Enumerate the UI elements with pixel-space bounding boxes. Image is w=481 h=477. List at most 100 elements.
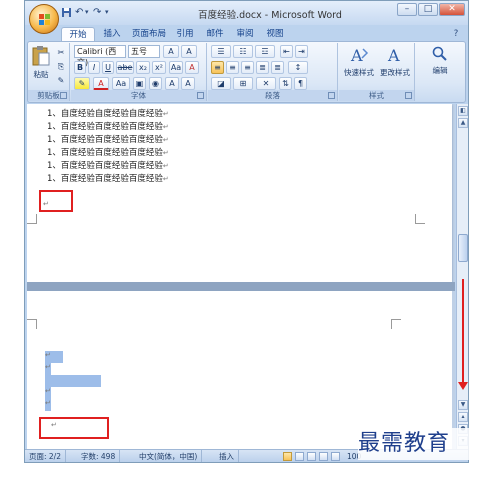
help-icon[interactable]: ? bbox=[449, 27, 463, 41]
styles-group: A 快速样式 A 更改样式 样式 bbox=[339, 43, 415, 101]
print-layout-icon[interactable] bbox=[283, 452, 292, 461]
paste-button[interactable]: 粘贴 bbox=[30, 45, 52, 80]
draft-icon[interactable] bbox=[331, 452, 340, 461]
distributed-icon[interactable]: ≣ bbox=[271, 61, 284, 74]
save-icon[interactable] bbox=[61, 6, 72, 19]
character-border-icon[interactable]: ▣ bbox=[133, 77, 146, 90]
increase-indent-icon[interactable]: ⇥ bbox=[295, 45, 308, 58]
close-button[interactable]: ✕ bbox=[439, 3, 465, 16]
paragraph-launcher-icon[interactable] bbox=[328, 92, 335, 99]
scroll-down-icon[interactable]: ▼ bbox=[458, 400, 468, 410]
chinese-layout-icon[interactable]: ✕ bbox=[256, 77, 276, 90]
undo-dropdown-icon[interactable]: ▾ bbox=[85, 6, 89, 19]
bold-button[interactable]: B bbox=[74, 61, 86, 74]
insert-mode[interactable]: 插入 bbox=[215, 450, 239, 462]
title-bar: ↶ ▾ ↷ ▾ 百度经验.docx - Microsoft Word – □ ✕ bbox=[25, 1, 468, 34]
minimize-button[interactable]: – bbox=[397, 3, 417, 16]
annotation-highlight-box bbox=[39, 417, 109, 439]
page-count[interactable]: 页面: 2/2 bbox=[25, 450, 66, 462]
word-count[interactable]: 字数: 498 bbox=[77, 450, 121, 462]
numbering-icon[interactable]: ☷ bbox=[233, 45, 253, 58]
quick-styles-icon: A bbox=[350, 46, 369, 65]
paragraph-mark-icon: ↵ bbox=[45, 363, 51, 371]
scroll-thumb[interactable] bbox=[458, 234, 468, 262]
shrink-font-button[interactable]: A bbox=[181, 45, 197, 58]
font-launcher-icon[interactable] bbox=[197, 92, 204, 99]
tab-references[interactable]: 引用 bbox=[171, 27, 199, 41]
font-color-button[interactable]: A bbox=[93, 77, 109, 90]
line-spacing-icon[interactable]: ↕ bbox=[288, 61, 308, 74]
full-screen-reading-icon[interactable] bbox=[295, 452, 304, 461]
text-line[interactable]: 1、百度经验百度经验百度经验↵ bbox=[47, 134, 169, 146]
crop-mark bbox=[27, 319, 37, 329]
align-right-icon[interactable]: ≡ bbox=[241, 61, 254, 74]
multilevel-list-icon[interactable]: ☲ bbox=[255, 45, 275, 58]
grow-font-2-button[interactable]: A bbox=[165, 77, 179, 90]
clipboard-launcher-icon[interactable] bbox=[60, 92, 67, 99]
tab-page-layout[interactable]: 页面布局 bbox=[129, 27, 169, 41]
undo-icon[interactable]: ↶ bbox=[75, 6, 83, 19]
highlight-icon[interactable]: ✎ bbox=[74, 77, 90, 90]
maximize-button[interactable]: □ bbox=[418, 3, 438, 16]
font-size-select[interactable]: 五号 bbox=[128, 45, 160, 58]
grow-font-button[interactable]: A bbox=[163, 45, 179, 58]
underline-button[interactable]: U bbox=[102, 61, 114, 74]
align-left-icon[interactable]: ≡ bbox=[211, 61, 224, 74]
customize-quick-access-icon[interactable]: ▾ bbox=[105, 6, 109, 19]
tab-review[interactable]: 审阅 bbox=[231, 27, 259, 41]
tab-home[interactable]: 开始 bbox=[61, 27, 95, 41]
paragraph-mark-icon: ↵ bbox=[162, 123, 169, 131]
enclose-character-icon[interactable]: ◉ bbox=[149, 77, 162, 90]
decrease-indent-icon[interactable]: ⇤ bbox=[280, 45, 293, 58]
shading-icon[interactable]: ◪ bbox=[211, 77, 231, 90]
ribbon: 粘贴 ✂ ⎘ ✎ 剪贴板 Calibri (西文) 五号 A A B I U a… bbox=[27, 41, 466, 103]
change-case-button[interactable]: Aa bbox=[169, 61, 183, 74]
selected-paragraph[interactable] bbox=[45, 375, 101, 387]
show-marks-icon[interactable]: ¶ bbox=[294, 77, 307, 90]
ruler-toggle-icon[interactable]: ◧ bbox=[458, 106, 468, 116]
bullets-icon[interactable]: ☰ bbox=[211, 45, 231, 58]
language-indicator[interactable]: 中文(简体，中国) bbox=[135, 450, 203, 462]
cut-icon[interactable]: ✂ bbox=[55, 46, 67, 59]
paragraph-mark-icon: ↵ bbox=[162, 162, 169, 170]
format-painter-icon[interactable]: ✎ bbox=[55, 74, 67, 87]
superscript-button[interactable]: x² bbox=[152, 61, 166, 74]
text-line[interactable]: 1、百度经验百度经验百度经验↵ bbox=[47, 147, 169, 159]
clear-format-button[interactable]: A bbox=[185, 61, 199, 74]
sort-icon[interactable]: ⇅ bbox=[279, 77, 292, 90]
tab-mailings[interactable]: 邮件 bbox=[201, 27, 229, 41]
change-styles-button[interactable]: A 更改样式 bbox=[377, 45, 413, 78]
strikethrough-button[interactable]: abe bbox=[116, 61, 134, 74]
subscript-button[interactable]: x₂ bbox=[136, 61, 150, 74]
scroll-up-icon[interactable]: ▲ bbox=[458, 118, 468, 128]
change-styles-icon: A bbox=[387, 46, 400, 65]
change-case-2-button[interactable]: Aa bbox=[112, 77, 130, 90]
quick-styles-button[interactable]: A 快速样式 bbox=[341, 45, 377, 78]
page-1[interactable]: 1、自度经验自度经验自度经验↵ 1、百度经验百度经验百度经验↵ 1、百度经验百度… bbox=[27, 104, 452, 282]
page-2[interactable]: ↵ ↵ ↵ ↵ ↵ bbox=[27, 291, 452, 449]
editing-button[interactable]: 编辑 bbox=[422, 45, 458, 76]
vertical-scrollbar[interactable]: ◧ ▲ ▼ ▴ ● ▾ bbox=[456, 104, 468, 449]
text-line[interactable]: 1、自度经验自度经验自度经验↵ bbox=[47, 108, 169, 120]
italic-button[interactable]: I bbox=[88, 61, 100, 74]
borders-icon[interactable]: ⊞ bbox=[233, 77, 253, 90]
align-center-icon[interactable]: ≡ bbox=[226, 61, 239, 74]
paragraph-mark-icon: ↵ bbox=[162, 149, 169, 157]
shrink-font-2-button[interactable]: A bbox=[181, 77, 195, 90]
tab-insert[interactable]: 插入 bbox=[97, 27, 127, 41]
document-area[interactable]: 1、自度经验自度经验自度经验↵ 1、百度经验百度经验百度经验↵ 1、百度经验百度… bbox=[27, 104, 455, 449]
redo-icon[interactable]: ↷ bbox=[93, 6, 101, 19]
styles-launcher-icon[interactable] bbox=[405, 92, 412, 99]
outline-icon[interactable] bbox=[319, 452, 328, 461]
text-line[interactable]: 1、百度经验百度经验百度经验↵ bbox=[47, 121, 169, 133]
text-line[interactable]: 1、百度经验百度经验百度经验↵ bbox=[47, 160, 169, 172]
word-window: ↶ ▾ ↷ ▾ 百度经验.docx - Microsoft Word – □ ✕… bbox=[24, 0, 469, 463]
previous-page-icon[interactable]: ▴ bbox=[458, 412, 468, 422]
web-layout-icon[interactable] bbox=[307, 452, 316, 461]
office-button[interactable] bbox=[29, 4, 59, 34]
justify-icon[interactable]: ≣ bbox=[256, 61, 269, 74]
text-line[interactable]: 1、百度经验百度经验百度经验↵ bbox=[47, 173, 169, 185]
copy-icon[interactable]: ⎘ bbox=[55, 60, 67, 73]
font-name-select[interactable]: Calibri (西文) bbox=[74, 45, 126, 67]
tab-view[interactable]: 视图 bbox=[261, 27, 289, 41]
